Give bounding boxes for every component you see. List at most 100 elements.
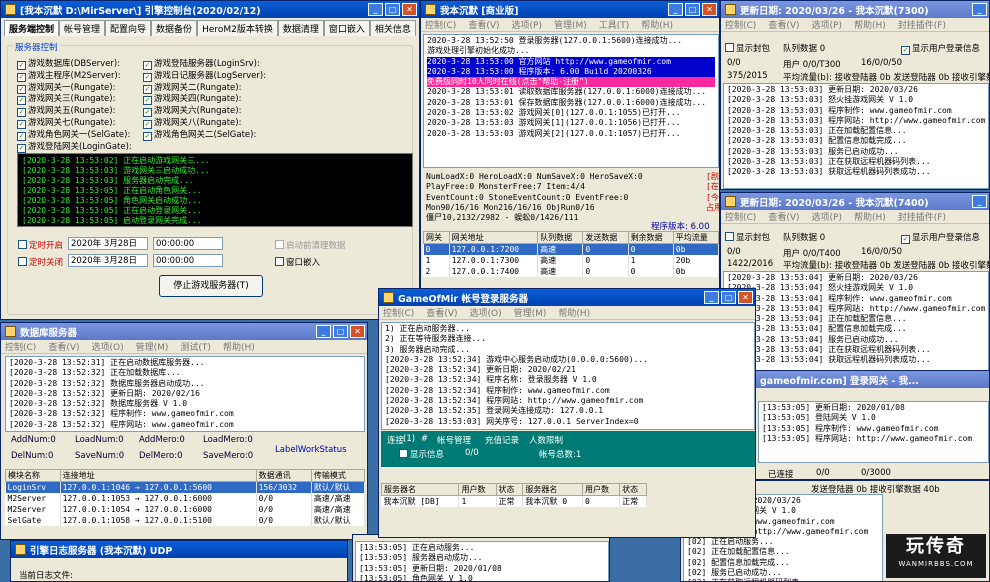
show-login-check[interactable]: ✓ 显示用户登录信息	[901, 231, 980, 244]
login-bar-item-5[interactable]: 人数限制	[529, 434, 563, 446]
minimize-icon[interactable]: _	[972, 3, 987, 16]
tab-embed[interactable]: 窗口嵌入	[323, 20, 370, 36]
timed-start-check[interactable]: 定时开启	[18, 239, 63, 251]
show-login-check[interactable]: ✓ 显示用户登录信息	[901, 42, 980, 55]
gate-7300-title-bar[interactable]: 更新日期: 2020/03/26 - 我本沉默(7300) _	[721, 1, 989, 18]
gate-7400-menu-item-0[interactable]: 控制(C)	[725, 210, 756, 223]
m2-menu-item-0[interactable]: 控制(C)	[425, 18, 456, 31]
gate-7400-menu-item-2[interactable]: 选项(P)	[812, 210, 842, 223]
gate-7400-menu-item-3[interactable]: 帮助(H)	[854, 210, 886, 223]
start-date-picker[interactable]: 2020年 3月28日	[68, 237, 148, 250]
login-bar-item-1[interactable]: (1)	[403, 434, 415, 444]
login-bar-item-3[interactable]: 帐号管理	[437, 434, 471, 446]
gate-7300-menu-item-4[interactable]: 封挂插件(F)	[898, 18, 946, 31]
minimize-icon[interactable]: _	[368, 3, 383, 16]
db-menu-item-3[interactable]: 管理(M)	[136, 340, 169, 353]
login-bar-item-2[interactable]: #	[421, 434, 428, 444]
stop-date-picker[interactable]: 2020年 3月28日	[68, 254, 148, 267]
maximize-icon[interactable]: □	[385, 3, 400, 16]
login-bar-item-4[interactable]: 充值记录	[485, 434, 519, 446]
login-menu-item-3[interactable]: 管理(M)	[514, 306, 547, 319]
minimize-icon[interactable]: _	[668, 3, 683, 16]
show-packet-check[interactable]: 显示封包	[725, 231, 770, 243]
engine-title-bar[interactable]: [我本沉默 D:\MirServer\] 引擎控制台(2020/02/12) _ □…	[1, 1, 419, 18]
close-icon[interactable]: ✕	[350, 325, 365, 338]
tab-info[interactable]: 相关信息	[369, 20, 416, 36]
db-menu-item-0[interactable]: 控制(C)	[5, 340, 36, 353]
column-header[interactable]: 状态	[619, 483, 647, 496]
column-header[interactable]: 模块名称	[5, 469, 61, 482]
column-header[interactable]: 连接地址	[59, 469, 257, 482]
table-row[interactable]: 我本沉默 [DB] 1 正常 我本沉默 0 0 正常	[381, 495, 647, 507]
login-menu-item-4[interactable]: 帮助(H)	[558, 306, 590, 319]
column-header[interactable]: 用户数	[582, 483, 621, 496]
column-header[interactable]: 队列数据	[537, 231, 584, 244]
login-menu-item-1[interactable]: 查看(V)	[426, 306, 457, 319]
column-header[interactable]: 网关	[423, 231, 450, 244]
embed-check[interactable]: 窗口嵌入	[275, 256, 320, 268]
table-row[interactable]: M2Server 127.0.0.1:1054 → 127.0.0.1:6000 0…	[5, 504, 366, 515]
gate-7300-menu-item-1[interactable]: 查看(V)	[768, 18, 799, 31]
column-header[interactable]: 网关地址	[448, 231, 539, 244]
db-menu-item-1[interactable]: 查看(V)	[48, 340, 79, 353]
show-info-check[interactable]: 显示信息	[399, 448, 444, 460]
tab-herom2[interactable]: HeroM2版本转换	[197, 20, 278, 36]
maximize-icon[interactable]: □	[721, 291, 736, 304]
start-time-field[interactable]: 00:00:00	[153, 237, 223, 250]
m2-menu-item-5[interactable]: 帮助(H)	[641, 18, 673, 31]
maximize-icon[interactable]: □	[685, 3, 700, 16]
stop-time-field[interactable]: 00:00:00	[153, 254, 223, 267]
left-service-check-7[interactable]: ✓ 游戏登陆网关(LoginGate):	[17, 140, 132, 153]
column-header[interactable]: 平均流量	[672, 231, 719, 244]
column-header[interactable]: 传输模式	[310, 469, 366, 482]
minimize-icon[interactable]: _	[316, 325, 331, 338]
db-menu-item-4[interactable]: 测试(T)	[180, 340, 211, 353]
table-row[interactable]: LoginSrv 127.0.0.1:1046 → 127.0.0.1:5600 1…	[5, 481, 366, 493]
right-service-check-6[interactable]: ✓ 游戏角色网关二(SelGate):	[143, 128, 256, 141]
db-menu-item-5[interactable]: 帮助(H)	[223, 340, 255, 353]
m2-menu-item-4[interactable]: 工具(T)	[599, 18, 630, 31]
gate-7300-menu-item-0[interactable]: 控制(C)	[725, 18, 756, 31]
minimize-icon[interactable]: _	[704, 291, 719, 304]
table-row[interactable]: SelGate 127.0.0.1:1058 → 127.0.0.1:5100 0/…	[5, 515, 366, 526]
gate-7300-menu-item-2[interactable]: 选项(P)	[812, 18, 842, 31]
close-icon[interactable]: ✕	[402, 3, 417, 16]
m2-menu-item-1[interactable]: 查看(V)	[468, 18, 499, 31]
login-title-bar[interactable]: GameOfMir 帐号登录服务器 _ □ ✕	[379, 289, 755, 306]
gate-7400-menu-item-4[interactable]: 封挂插件(F)	[898, 210, 946, 223]
show-packet-check[interactable]: 显示封包	[725, 42, 770, 54]
m2-menu-item-2[interactable]: 选项(P)	[512, 18, 542, 31]
db-menu-item-2[interactable]: 选项(O)	[92, 340, 124, 353]
m2-menu-item-3[interactable]: 管理(M)	[554, 18, 587, 31]
m2-title-bar[interactable]: 我本沉默 [商业版] _ □ ✕	[421, 1, 719, 18]
timed-stop-check[interactable]: 定时关闭	[18, 256, 63, 268]
column-header[interactable]: 服务器名	[380, 483, 460, 496]
column-header[interactable]: 数据通讯	[255, 469, 312, 482]
gate-7400-menu-item-1[interactable]: 查看(V)	[768, 210, 799, 223]
column-header[interactable]: 服务器名	[522, 483, 584, 496]
login-menu-item-2[interactable]: 选项(O)	[470, 306, 502, 319]
login-gate-title-bar[interactable]: gameofmir.com] 登录网关 - 我...	[756, 371, 989, 388]
minimize-icon[interactable]: _	[972, 195, 987, 208]
column-header[interactable]: 发送数据	[582, 231, 629, 244]
table-row[interactable]: 1 127.0.0.1:7300 高速 0 1 20b	[423, 255, 719, 266]
gate-7400-title-bar[interactable]: 更新日期: 2020/03/26 - 我本沉默(7400) _	[721, 193, 989, 210]
column-header[interactable]: 用户数	[458, 483, 497, 496]
table-row[interactable]: 0 127.0.0.1:7200 高速 0 0 0b	[423, 243, 719, 255]
logsrv-title-bar[interactable]: 引擎日志服务器 (我本沉默) UDP	[11, 541, 347, 558]
clean-data-check[interactable]: 启动前清理数据	[275, 239, 346, 251]
column-header[interactable]: 剩余数据	[627, 231, 674, 244]
close-icon[interactable]: ✕	[702, 3, 717, 16]
login-menu-item-0[interactable]: 控制(C)	[383, 306, 414, 319]
stop-server-button[interactable]: 停止游戏服务器(T)	[159, 275, 263, 297]
table-row[interactable]: M2Server 127.0.0.1:1053 → 127.0.0.1:6000 0…	[5, 493, 366, 504]
maximize-icon[interactable]: □	[333, 325, 348, 338]
tab-backup[interactable]: 数据备份	[151, 20, 198, 36]
gate-7300-menu-item-3[interactable]: 帮助(H)	[854, 18, 886, 31]
close-icon[interactable]: ✕	[738, 291, 753, 304]
tab-server-control[interactable]: 服务端控制	[4, 20, 60, 36]
tab-clean[interactable]: 数据清理	[277, 20, 324, 36]
column-header[interactable]: 状态	[495, 483, 524, 496]
table-row[interactable]: 2 127.0.0.1:7400 高速 0 0 0b	[423, 266, 719, 277]
db-title-bar[interactable]: 数据库服务器 _ □ ✕	[1, 323, 367, 340]
